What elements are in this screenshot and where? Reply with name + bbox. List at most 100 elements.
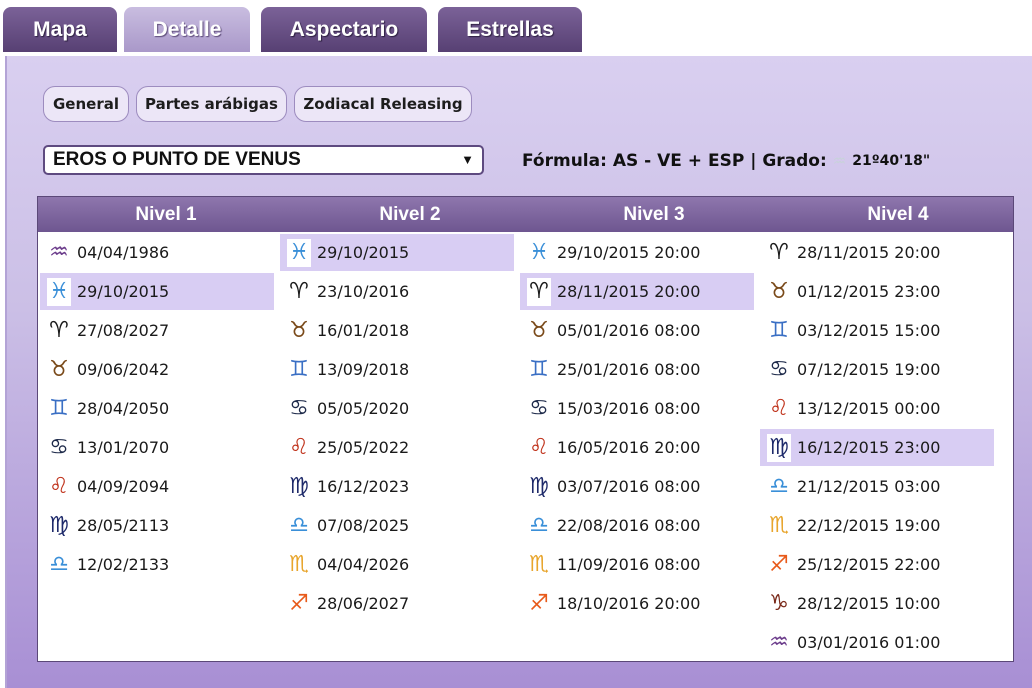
virgo-icon: ♍︎ (49, 512, 69, 538)
table-row[interactable]: ♎︎ 22/08/2016 08:00 (520, 507, 754, 544)
aries-icon: ♈︎ (49, 317, 69, 343)
aries-icon: ♈︎ (289, 278, 309, 304)
table-row[interactable]: ♊︎ 03/12/2015 15:00 (760, 312, 994, 349)
header-nivel-4: Nivel 4 (867, 203, 929, 225)
table-row[interactable]: ♎︎ 21/12/2015 03:00 (760, 468, 994, 505)
row-date: 25/12/2015 22:00 (797, 555, 941, 574)
subtab-general[interactable]: General (43, 86, 129, 122)
tab-aspectario[interactable]: Aspectario (258, 4, 430, 52)
table-row[interactable]: ♓︎ 29/10/2015 (40, 273, 274, 310)
tab-detalle[interactable]: Detalle (121, 4, 253, 52)
subtab-partes-arabigas[interactable]: Partes arábigas (136, 86, 287, 122)
row-date: 04/09/2094 (77, 477, 170, 496)
row-date: 04/04/1986 (77, 243, 170, 262)
table-row[interactable]: ♒︎ 03/01/2016 01:00 (760, 624, 994, 661)
taurus-icon: ♉︎ (529, 317, 549, 343)
formula-info: Fórmula: AS - VE + ESP | Grado: ♒ 21º40'… (522, 148, 930, 174)
table-row[interactable]: ♓︎ 29/10/2015 20:00 (520, 234, 754, 271)
table-row[interactable]: ♈︎ 28/11/2015 20:00 (760, 234, 994, 271)
row-date: 28/12/2015 10:00 (797, 594, 941, 613)
taurus-icon: ♉︎ (289, 317, 309, 343)
cancer-icon: ♋︎ (529, 395, 549, 421)
tab-estrellas[interactable]: Estrellas (435, 4, 585, 52)
libra-icon: ♎︎ (289, 512, 309, 538)
header-nivel-1: Nivel 1 (135, 203, 197, 225)
table-row[interactable]: ♍︎ 16/12/2023 (280, 468, 514, 505)
table-row[interactable]: ♌︎ 16/05/2016 20:00 (520, 429, 754, 466)
row-date: 28/11/2015 20:00 (797, 243, 941, 262)
table-row[interactable]: ♐︎ 18/10/2016 20:00 (520, 585, 754, 622)
row-date: 09/06/2042 (77, 360, 170, 379)
taurus-icon: ♉︎ (769, 278, 789, 304)
table-row[interactable]: ♐︎ 25/12/2015 22:00 (760, 546, 994, 583)
table-row[interactable]: ♌︎ 25/05/2022 (280, 429, 514, 466)
header-nivel-3: Nivel 3 (623, 203, 685, 225)
aquarius-icon: ♒︎ (769, 629, 789, 655)
gemini-icon: ♊︎ (769, 317, 789, 343)
scorpio-icon: ♏︎ (529, 551, 549, 577)
virgo-icon: ♍︎ (529, 473, 549, 499)
row-date: 13/12/2015 00:00 (797, 399, 941, 418)
table-row[interactable]: ♋︎ 13/01/2070 (40, 429, 274, 466)
column-nivel-3: ♓︎ 29/10/2015 20:00 ♈︎ 28/11/2015 20:00 ♉︎ 05… (520, 234, 754, 624)
sagittarius-icon: ♐︎ (289, 590, 309, 616)
table-row[interactable]: ♌︎ 04/09/2094 (40, 468, 274, 505)
row-date: 16/05/2016 20:00 (557, 438, 701, 457)
table-row[interactable]: ♏︎ 22/12/2015 19:00 (760, 507, 994, 544)
column-nivel-1: ♒︎ 04/04/1986 ♓︎ 29/10/2015 ♈︎ 27/08/2027 ♉︎ 09… (40, 234, 274, 585)
table-row[interactable]: ♏︎ 04/04/2026 (280, 546, 514, 583)
libra-icon: ♎︎ (49, 551, 69, 577)
leo-icon: ♌︎ (289, 434, 309, 460)
table-row[interactable]: ♐︎ 28/06/2027 (280, 585, 514, 622)
leo-icon: ♌︎ (769, 395, 789, 421)
table-row[interactable]: ♋︎ 05/05/2020 (280, 390, 514, 427)
aquarius-icon: ♒︎ (49, 239, 69, 265)
table-row[interactable]: ♎︎ 12/02/2133 (40, 546, 274, 583)
formula-degree: 21º40'18" (852, 153, 931, 169)
subtab-zodiacal-releasing[interactable]: Zodiacal Releasing (294, 86, 472, 122)
tab-mapa[interactable]: Mapa (0, 4, 120, 52)
row-date: 25/05/2022 (317, 438, 410, 457)
row-date: 16/01/2018 (317, 321, 410, 340)
table-row[interactable]: ♍︎ 28/05/2113 (40, 507, 274, 544)
table-row[interactable]: ♋︎ 07/12/2015 19:00 (760, 351, 994, 388)
table-row[interactable]: ♍︎ 16/12/2015 23:00 (760, 429, 994, 466)
aquarius-icon: ♒ (832, 152, 847, 170)
select-value: EROS O PUNTO DE VENUS (53, 149, 301, 170)
scorpio-icon: ♏︎ (769, 512, 789, 538)
table-row[interactable]: ♊︎ 13/09/2018 (280, 351, 514, 388)
row-date: 13/09/2018 (317, 360, 410, 379)
row-date: 18/10/2016 20:00 (557, 594, 701, 613)
table-row[interactable]: ♍︎ 03/07/2016 08:00 (520, 468, 754, 505)
table-row[interactable]: ♎︎ 07/08/2025 (280, 507, 514, 544)
row-date: 07/12/2015 19:00 (797, 360, 941, 379)
row-date: 21/12/2015 03:00 (797, 477, 941, 496)
aries-icon: ♈︎ (527, 277, 551, 306)
table-row[interactable]: ♊︎ 25/01/2016 08:00 (520, 351, 754, 388)
table-row[interactable]: ♈︎ 28/11/2015 20:00 (520, 273, 754, 310)
row-date: 25/01/2016 08:00 (557, 360, 701, 379)
table-row[interactable]: ♒︎ 04/04/1986 (40, 234, 274, 271)
table-row[interactable]: ♓︎ 29/10/2015 (280, 234, 514, 271)
table-row[interactable]: ♏︎ 11/09/2016 08:00 (520, 546, 754, 583)
leo-icon: ♌︎ (529, 434, 549, 460)
sagittarius-icon: ♐︎ (529, 590, 549, 616)
row-date: 03/01/2016 01:00 (797, 633, 941, 652)
table-row[interactable]: ♉︎ 16/01/2018 (280, 312, 514, 349)
row-date: 28/06/2027 (317, 594, 410, 613)
virgo-icon: ♍︎ (767, 433, 791, 462)
row-date: 22/12/2015 19:00 (797, 516, 941, 535)
arabic-part-select[interactable]: EROS O PUNTO DE VENUS ▼ (43, 145, 484, 175)
table-row[interactable]: ♉︎ 01/12/2015 23:00 (760, 273, 994, 310)
pisces-icon: ♓︎ (529, 239, 549, 265)
releasing-table: Nivel 1 Nivel 2 Nivel 3 Nivel 4 ♒︎ 04/04/… (37, 196, 1014, 662)
table-row[interactable]: ♑︎ 28/12/2015 10:00 (760, 585, 994, 622)
table-row[interactable]: ♊︎ 28/04/2050 (40, 390, 274, 427)
table-row[interactable]: ♌︎ 13/12/2015 00:00 (760, 390, 994, 427)
table-row[interactable]: ♉︎ 05/01/2016 08:00 (520, 312, 754, 349)
table-row[interactable]: ♋︎ 15/03/2016 08:00 (520, 390, 754, 427)
table-row[interactable]: ♈︎ 27/08/2027 (40, 312, 274, 349)
column-nivel-2: ♓︎ 29/10/2015 ♈︎ 23/10/2016 ♉︎ 16/01/2018 ♊︎ 13… (280, 234, 514, 624)
table-row[interactable]: ♈︎ 23/10/2016 (280, 273, 514, 310)
table-row[interactable]: ♉︎ 09/06/2042 (40, 351, 274, 388)
